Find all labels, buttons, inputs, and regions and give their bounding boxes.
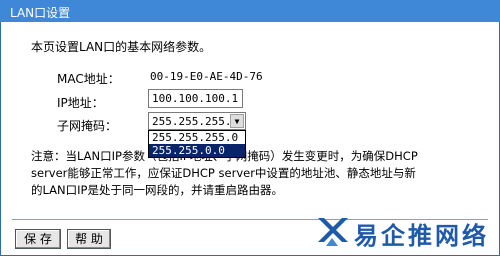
ip-address-input[interactable]: 100.100.100.1 [148,89,243,108]
subnet-mask-dropdown: 255.255.255.0 255.255.0.0 [148,130,246,158]
subnet-mask-select[interactable]: 255.255.255.0 ▼ [148,112,246,130]
title-bar: LAN口设置 [0,0,500,22]
logo-icon [318,218,348,246]
chevron-down-icon[interactable]: ▼ [230,114,244,128]
page-title: LAN口设置 [10,6,71,20]
save-button[interactable]: 保 存 [15,229,61,249]
mac-label: MAC地址： [57,72,120,86]
subnet-option-2[interactable]: 255.255.0.0 [149,144,245,157]
intro-text: 本页设置LAN口的基本网络参数。 [31,40,212,54]
subnet-option-1[interactable]: 255.255.255.0 [149,131,245,144]
mac-value: 00-19-E0-AE-4D-76 [150,70,263,83]
watermark-logo: 易企推网络 [312,212,498,252]
notice-line-2: server能够正常工作，应保证DHCP server中设置的地址池、静态地址与… [31,166,416,180]
subnet-mask-value: 255.255.255.0 [152,115,239,128]
notice-line-3: 的LAN口IP是处于同一网段的，并请重启路由器。 [31,183,283,197]
ip-label: IP地址： [57,96,104,110]
subnet-mask-label: 子网掩码： [57,119,118,133]
help-button[interactable]: 帮 助 [67,229,111,249]
watermark-text: 易企推网络 [354,221,489,250]
